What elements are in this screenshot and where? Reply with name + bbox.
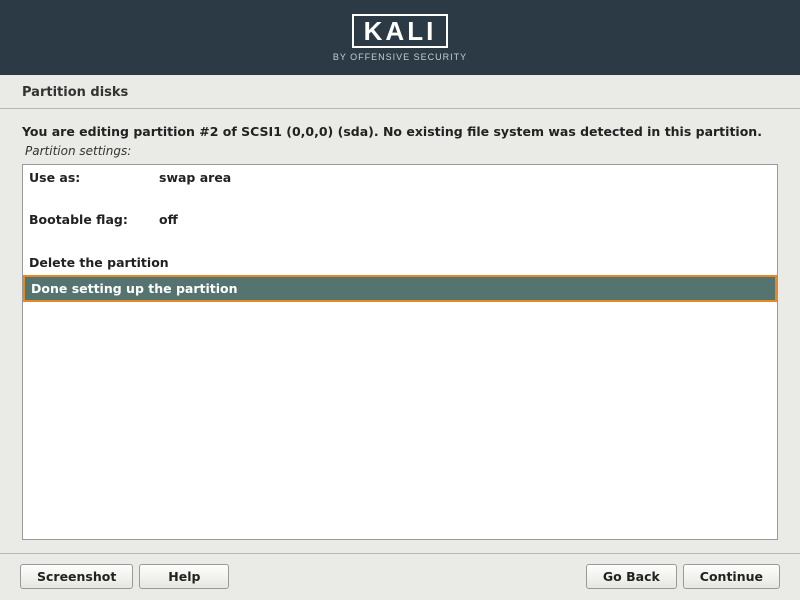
partition-panel: Use as: swap area Bootable flag: off Del… [22,164,778,540]
screenshot-button[interactable]: Screenshot [20,564,133,589]
kali-logo: KALI BY OFFENSIVE SECURITY [333,14,467,62]
description-text: You are editing partition #2 of SCSI1 (0… [22,124,778,139]
use-as-row[interactable]: Use as: swap area [23,165,777,191]
bootable-value: off [159,212,178,228]
use-as-value: swap area [159,170,231,186]
delete-partition-row[interactable]: Delete the partition [23,250,777,275]
bootable-row[interactable]: Bootable flag: off [23,207,777,233]
go-back-button[interactable]: Go Back [586,564,677,589]
logo-title: KALI [364,16,437,46]
header: KALI BY OFFENSIVE SECURITY [0,0,800,75]
footer: Screenshot Help Go Back Continue [0,553,800,600]
continue-button[interactable]: Continue [683,564,780,589]
done-setting-up-row[interactable]: Done setting up the partition [25,277,775,300]
page-title: Partition disks [0,75,800,108]
use-as-label: Use as: [29,170,159,186]
bootable-label: Bootable flag: [29,212,159,228]
help-button[interactable]: Help [139,564,229,589]
logo-subtitle: BY OFFENSIVE SECURITY [333,52,467,62]
subheading: Partition settings: [25,144,778,158]
content: You are editing partition #2 of SCSI1 (0… [0,109,800,550]
selected-row-highlight: Done setting up the partition [23,275,777,302]
